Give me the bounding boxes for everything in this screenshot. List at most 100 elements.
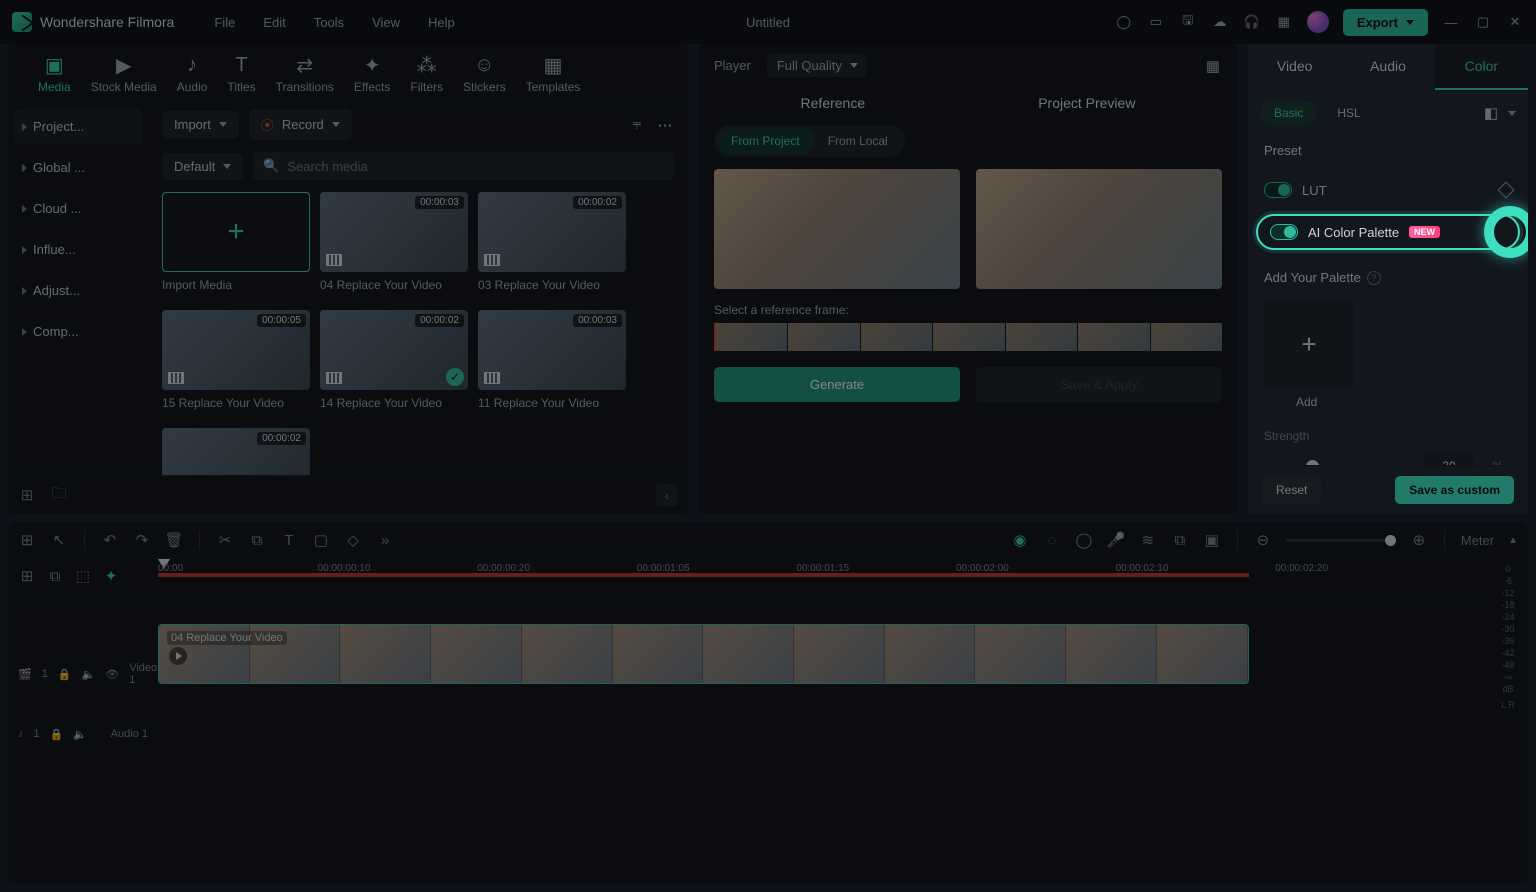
save-apply-button[interactable]: Save & Apply [976,367,1222,402]
menu-help[interactable]: Help [428,15,455,30]
mute-icon[interactable]: 🔈 [82,668,96,681]
menu-file[interactable]: File [214,15,235,30]
lock-icon[interactable]: 🔒 [50,728,64,741]
import-dropdown[interactable]: Import [162,111,239,138]
user-avatar[interactable] [1307,11,1329,33]
folder-icon[interactable]: 🗀 [50,486,68,504]
media-clip[interactable]: 00:00:0515 Replace Your Video [162,310,310,410]
chevron-down-icon[interactable] [1508,111,1516,116]
add-palette-button[interactable]: + [1264,299,1354,389]
cut-icon[interactable]: ✂ [216,531,234,549]
meter-label[interactable]: Meter [1461,533,1494,548]
reference-filmstrip[interactable] [714,323,1222,351]
eye-icon[interactable]: 👁 [105,668,119,681]
sidebar-item-project[interactable]: Project... [14,109,142,144]
media-clip[interactable]: 00:00:0304 Replace Your Video [320,192,468,292]
reference-preview[interactable] [714,169,960,289]
timeline-track-area[interactable]: 04 Replace Your Video [158,594,1488,884]
filter-icon[interactable]: ⫧ [628,116,646,134]
menu-tools[interactable]: Tools [314,15,344,30]
ai-icon[interactable]: ◉ [1011,531,1029,549]
link-icon[interactable]: ⧉ [46,567,64,585]
subtab-basic[interactable]: Basic [1260,101,1317,125]
headphones-icon[interactable]: 🎧 [1243,13,1261,31]
collapse-icon[interactable]: ‹ [656,484,678,506]
record-dropdown[interactable]: ⦿Record [249,109,352,140]
tab-transitions[interactable]: ⇄Transitions [276,54,334,94]
tab-stock-media[interactable]: ▶Stock Media [91,54,157,94]
export-button[interactable]: Export [1343,9,1428,36]
menu-edit[interactable]: Edit [263,15,285,30]
zoom-in-icon[interactable]: ⊕ [1410,531,1428,549]
text-icon[interactable]: T [280,531,298,549]
help-icon[interactable]: ? [1367,271,1381,285]
record-icon[interactable]: ◯ [1115,13,1133,31]
default-dropdown[interactable]: Default [162,153,243,180]
magnet-icon[interactable]: ✦ [102,567,120,585]
snapshot-icon[interactable]: ▣ [1203,531,1221,549]
ai-palette-toggle[interactable] [1270,224,1298,240]
tab-media[interactable]: ▣Media [38,54,71,94]
video-track-head[interactable]: 🎬1 🔒 🔈 👁 Video 1 [8,644,158,704]
crop-icon[interactable]: ⧉ [248,531,266,549]
search-input[interactable]: 🔍 [253,152,674,180]
timeline-ruler[interactable]: 00:00 00:00:00:10 00:00:00:20 00:00:01:0… [158,559,1488,593]
mute-icon[interactable]: 🔈 [73,728,87,741]
shape-icon[interactable]: ◇ [344,531,362,549]
more-tools-icon[interactable]: » [376,531,394,549]
zoom-slider[interactable] [1286,539,1396,542]
maximize-icon[interactable]: ▢ [1474,13,1492,31]
sidebar-item-comp[interactable]: Comp... [14,314,142,349]
media-clip[interactable]: 00:00:0311 Replace Your Video [478,310,626,410]
media-clip[interactable]: 00:00:02 [162,428,310,475]
project-preview[interactable] [976,169,1222,289]
sidebar-item-cloud[interactable]: Cloud ... [14,191,142,226]
grid-icon[interactable]: ▦ [1275,13,1293,31]
tab-stickers[interactable]: ☺Stickers [463,54,506,94]
tab-titles[interactable]: TTitles [227,54,255,94]
media-clip[interactable]: 00:00:02✓14 Replace Your Video [320,310,468,410]
marker-icon[interactable]: ◯ [1075,531,1093,549]
save-icon[interactable]: 🖫 [1179,13,1197,31]
keyframe-icon[interactable] [1498,182,1515,199]
media-clip[interactable]: 00:00:0203 Replace Your Video [478,192,626,292]
menu-view[interactable]: View [372,15,400,30]
zoom-out-icon[interactable]: ⊖ [1254,531,1272,549]
mic-icon[interactable]: 🎤 [1107,531,1125,549]
delete-icon[interactable]: 🗑 [165,531,183,549]
strength-value[interactable]: 30 [1424,453,1474,465]
grid-view-icon[interactable]: ▦ [1204,57,1222,75]
select-icon[interactable]: ↖ [50,531,68,549]
tab-color[interactable]: Color [1435,44,1528,90]
sidebar-item-influe[interactable]: Influe... [14,232,142,267]
redo-icon[interactable]: ↷ [133,531,151,549]
reset-button[interactable]: Reset [1262,476,1321,504]
add-icon[interactable]: ⊞ [18,531,36,549]
track-add-icon[interactable]: ⊞ [18,567,36,585]
pip-icon[interactable]: ⧉ [1171,531,1189,549]
audio-icon[interactable]: ≋ [1139,531,1157,549]
undo-icon[interactable]: ↶ [101,531,119,549]
compare-icon[interactable]: ◧ [1482,104,1500,122]
speed-icon[interactable]: ◌ [1043,531,1061,549]
tab-templates[interactable]: ▦Templates [526,54,581,94]
person-icon[interactable]: ⬚ [74,567,92,585]
frame-icon[interactable]: ▢ [312,531,330,549]
generate-button[interactable]: Generate [714,367,960,402]
timeline-clip[interactable]: 04 Replace Your Video [158,624,1249,684]
subtab-hsl[interactable]: HSL [1325,101,1372,125]
lock-icon[interactable]: 🔒 [58,668,72,681]
audio-track-head[interactable]: ♪1 🔒 🔈 Audio 1 [8,704,158,764]
reference-source-toggle[interactable]: From ProjectFrom Local [714,125,905,157]
tab-video[interactable]: Video [1248,44,1341,90]
screen-icon[interactable]: ▭ [1147,13,1165,31]
sidebar-item-adjust[interactable]: Adjust... [14,273,142,308]
tab-audio[interactable]: Audio [1341,44,1434,90]
sidebar-item-global[interactable]: Global ... [14,150,142,185]
lut-toggle[interactable] [1264,182,1292,198]
quality-select[interactable]: Full Quality [767,54,866,77]
folder-add-icon[interactable]: ⊞ [18,486,36,504]
cloud-icon[interactable]: ☁ [1211,13,1229,31]
tab-filters[interactable]: ⁂Filters [410,54,443,94]
import-media-tile[interactable]: +Import Media [162,192,310,292]
